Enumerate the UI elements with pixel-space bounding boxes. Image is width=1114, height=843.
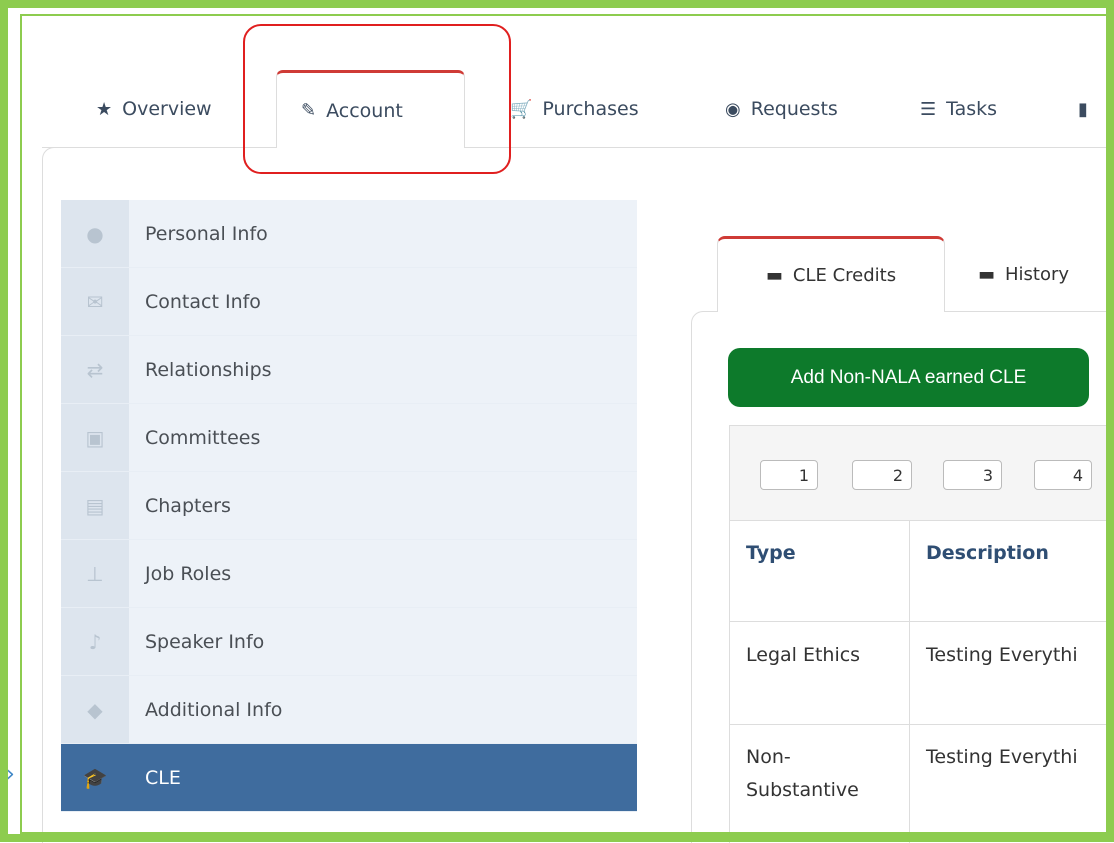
sitemap-icon: ⊥ xyxy=(61,540,129,607)
sidebar-item-committees[interactable]: ▣ Committees xyxy=(61,404,637,472)
tab-purchases[interactable]: 🛒 Purchases xyxy=(510,70,639,148)
page-button-4[interactable]: 4 xyxy=(1034,460,1092,490)
cell-type: Non- Substantive xyxy=(746,741,859,807)
tab-label: Tasks xyxy=(946,98,998,120)
column-divider xyxy=(909,520,910,843)
row-divider xyxy=(730,621,1114,622)
cell-description: Testing Everythi xyxy=(926,644,1078,666)
tab-label: Overview xyxy=(122,98,212,120)
highlight-annotation xyxy=(243,24,511,174)
page-button-3[interactable]: 3 xyxy=(943,460,1002,490)
sidebar-item-label: Contact Info xyxy=(145,290,261,313)
row-divider xyxy=(730,724,1114,725)
sidebar-item-cle[interactable]: 🎓 CLE xyxy=(61,744,637,812)
cart-icon: 🛒 xyxy=(510,98,533,120)
graduation-cap-icon: 🎓 xyxy=(61,744,129,811)
column-header-type[interactable]: Type xyxy=(746,542,796,564)
sidebar-item-job-roles[interactable]: ⊥ Job Roles xyxy=(61,540,637,608)
tab-label: Requests xyxy=(750,98,838,120)
page-button-1[interactable]: 1 xyxy=(760,460,818,490)
sidebar-item-label: Job Roles xyxy=(145,562,232,585)
sidebar-item-label: Chapters xyxy=(145,494,231,517)
sidebar-item-label: Additional Info xyxy=(145,698,283,721)
sidebar-item-label: Committees xyxy=(145,426,261,449)
cell-type-line: Substantive xyxy=(746,779,859,801)
sidebar-item-additional-info[interactable]: ◆ Additional Info xyxy=(61,676,637,744)
microphone-icon: ♪ xyxy=(61,608,129,675)
pointer-arrow-icon: › xyxy=(6,762,15,787)
sidebar-item-label: Relationships xyxy=(145,358,272,381)
tab-more[interactable]: ▮ xyxy=(1078,70,1088,148)
page-button-2[interactable]: 2 xyxy=(852,460,912,490)
tags-icon: ◆ xyxy=(61,676,129,743)
sidebar-item-personal-info[interactable]: ● Personal Info xyxy=(61,200,637,268)
cell-type: Legal Ethics xyxy=(746,644,861,666)
tab-cle-credits[interactable]: ▬ CLE Credits xyxy=(717,236,945,312)
tab-overview[interactable]: ★ Overview xyxy=(96,70,212,148)
cell-description: Testing Everythi xyxy=(926,746,1078,768)
sidebar-item-contact-info[interactable]: ✉ Contact Info xyxy=(61,268,637,336)
star-icon: ★ xyxy=(96,98,113,120)
ticket-icon: ▬ xyxy=(978,263,996,285)
copy-icon: ▮ xyxy=(1078,98,1088,120)
tab-label: CLE Credits xyxy=(792,265,897,286)
tab-requests[interactable]: ◉ Requests xyxy=(725,70,838,148)
sidebar-item-label: Personal Info xyxy=(145,222,268,245)
sidebar-item-chapters[interactable]: ▤ Chapters xyxy=(61,472,637,540)
column-header-description[interactable]: Description xyxy=(926,542,1049,564)
lifering-icon: ◉ xyxy=(725,98,741,120)
cell-type-line: Non- xyxy=(746,746,791,768)
top-tab-bar: ★ Overview ✎ Account 🛒 Purchases ◉ Reque… xyxy=(0,0,1114,150)
sidebar-item-label: CLE xyxy=(145,766,181,789)
tab-history[interactable]: ▬ History xyxy=(978,236,1069,312)
sidebar-item-relationships[interactable]: ⇄ Relationships xyxy=(61,336,637,404)
briefcase-icon: ▣ xyxy=(61,404,129,471)
retweet-icon: ⇄ xyxy=(61,336,129,403)
archive-icon: ▤ xyxy=(61,472,129,539)
tab-tasks[interactable]: ☰ Tasks xyxy=(920,70,997,148)
add-non-nala-cle-button[interactable]: Add Non-NALA earned CLE xyxy=(728,348,1089,407)
tab-label: Purchases xyxy=(542,98,639,120)
ticket-icon: ▬ xyxy=(765,265,783,286)
envelope-icon: ✉ xyxy=(61,268,129,335)
pagination: 1 2 3 4 xyxy=(730,426,1114,521)
account-sidebar: ● Personal Info ✉ Contact Info ⇄ Relatio… xyxy=(61,200,637,812)
sidebar-item-label: Speaker Info xyxy=(145,630,265,653)
tasks-icon: ☰ xyxy=(920,98,937,120)
sidebar-item-speaker-info[interactable]: ♪ Speaker Info xyxy=(61,608,637,676)
tab-label: History xyxy=(1005,263,1070,285)
user-icon: ● xyxy=(61,200,129,267)
cle-credits-table: 1 2 3 4 Type Description Legal Ethics Te… xyxy=(729,425,1114,843)
